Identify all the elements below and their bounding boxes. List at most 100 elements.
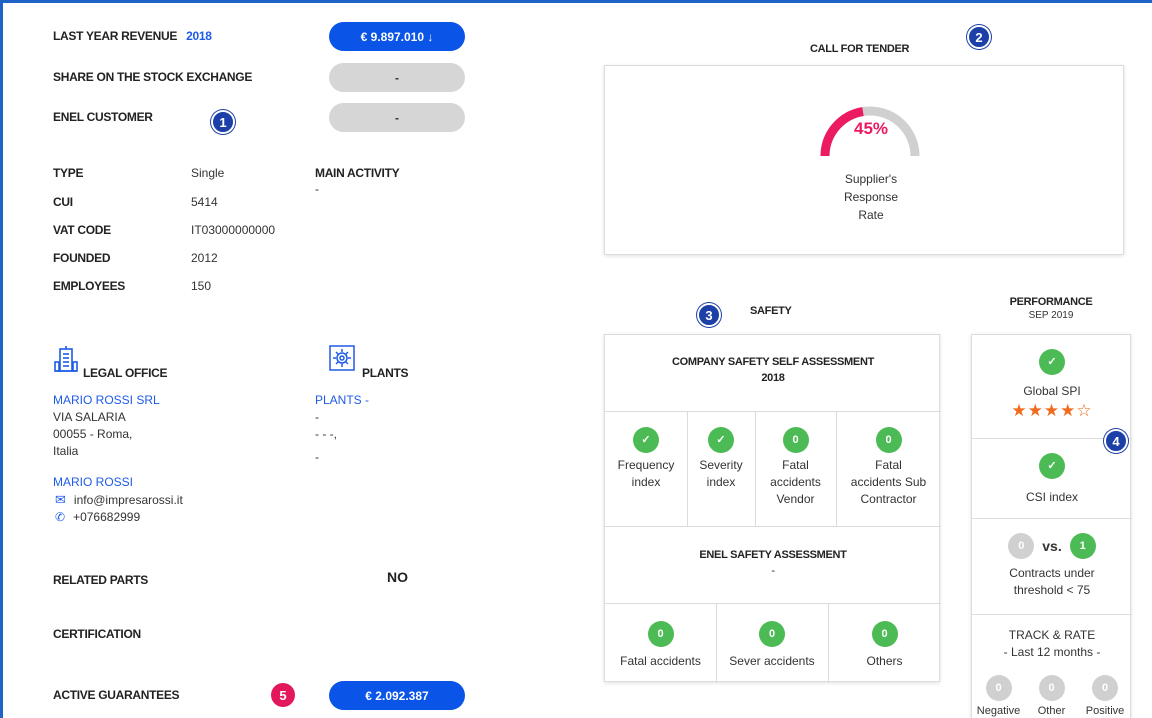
enel-others: 0 Others — [828, 621, 941, 670]
check-icon: ✓ — [1039, 453, 1065, 479]
self-assessment-year: 2018 — [761, 372, 785, 384]
fatal-accidents-subcontractor: 0 Fatal accidents Sub Contractor — [836, 427, 941, 508]
info-founded-label: FOUNDED — [53, 251, 111, 265]
severity-index: ✓ Severity index — [687, 427, 755, 491]
contracts-label-2: threshold < 75 — [1013, 583, 1091, 597]
spi-label: Global SPI — [1023, 384, 1081, 398]
enel-fatal-accidents: 0 Fatal accidents — [605, 621, 716, 670]
company-link[interactable]: MARIO ROSSI SRL — [53, 393, 160, 407]
badge-5: 5 — [271, 683, 295, 707]
other-label: Other — [1037, 705, 1066, 717]
info-cui-label: CUI — [53, 195, 73, 209]
track-and-rate: TRACK & RATE - Last 12 months - — [972, 627, 1132, 661]
tender-title: CALL FOR TENDER — [810, 43, 910, 55]
enel-assessment-title: ENEL SAFETY ASSESSMENT — [699, 549, 847, 561]
stock-value: - — [329, 63, 465, 92]
info-vat-value: IT03000000000 — [191, 223, 276, 237]
phone-icon: ✆ — [55, 510, 66, 524]
severity-label-1: Severity — [699, 458, 743, 472]
badge-3: 3 — [697, 303, 721, 327]
severity-label-2: index — [706, 475, 736, 489]
self-assessment-title: COMPANY SAFETY SELF ASSESSMENT — [671, 356, 875, 368]
related-parts-label: RELATED PARTS — [53, 573, 148, 587]
positive-label: Positive — [1085, 705, 1125, 717]
badge-2: 2 — [967, 25, 991, 49]
caption-line-1: Supplier's — [844, 172, 898, 186]
revenue-label: LAST YEAR REVENUE 2018 — [53, 29, 212, 43]
vs-row: 0 vs. 1 — [972, 533, 1132, 559]
enel-others-count: 0 — [871, 621, 898, 647]
check-icon: ✓ — [708, 427, 734, 453]
stock-label: SHARE ON THE STOCK EXCHANGE — [53, 70, 253, 84]
info-type-label: TYPE — [53, 166, 84, 180]
divider — [972, 614, 1132, 615]
revenue-year[interactable]: 2018 — [186, 29, 212, 43]
plants-line-2: - - -, — [315, 427, 337, 441]
legal-office-title: LEGAL OFFICE — [83, 366, 168, 380]
negative-count: 0 — [985, 675, 1012, 701]
enel-assessment-sub: - — [771, 565, 775, 577]
fatal-vendor-count: 0 — [782, 427, 809, 453]
frequency-label-1: Frequency — [617, 458, 675, 472]
info-employees-value: 150 — [191, 279, 212, 293]
main-activity-value: - — [315, 182, 319, 196]
response-rate-value: 45% — [853, 119, 889, 138]
tender-card: 45% Supplier's Response Rate — [604, 65, 1124, 255]
star-rating: ★★★★☆ — [1011, 401, 1093, 420]
plants-line-1: - — [315, 410, 319, 424]
building-icon — [53, 346, 79, 379]
country: Italia — [53, 444, 79, 458]
phone-row[interactable]: ✆ +076682999 — [55, 510, 140, 524]
divider — [972, 518, 1132, 519]
enel-sever-accidents: 0 Sever accidents — [716, 621, 828, 670]
csi-index: ✓ CSI index — [972, 453, 1132, 506]
guarantees-value-button[interactable]: € 2.092.387 — [329, 681, 465, 710]
frequency-index: ✓ Frequency index — [605, 427, 687, 491]
track-title: TRACK & RATE — [1008, 628, 1096, 642]
response-rate-caption: Supplier's Response Rate — [801, 170, 941, 224]
enel-sever-label: Sever accidents — [729, 654, 815, 668]
revenue-value-button[interactable]: € 9.897.010 ↓ — [329, 22, 465, 51]
plants-link[interactable]: PLANTS - — [315, 393, 369, 407]
info-type-value: Single — [191, 166, 225, 180]
email-text: info@impresarossi.it — [73, 493, 183, 507]
performance-date: SEP 2019 — [1028, 310, 1074, 321]
info-employees-label: EMPLOYEES — [53, 279, 125, 293]
certification-label: CERTIFICATION — [53, 627, 141, 641]
badge-1: 1 — [211, 110, 235, 134]
email-row[interactable]: ✉ info@impresarossi.it — [55, 492, 183, 508]
enel-fatal-count: 0 — [647, 621, 674, 647]
plants-title: PLANTS — [362, 366, 409, 380]
email-icon: ✉ — [55, 492, 66, 507]
contact-link[interactable]: MARIO ROSSI — [53, 475, 133, 489]
supplier-profile-panel: LAST YEAR REVENUE 2018 € 9.897.010 ↓ SHA… — [0, 0, 1152, 718]
street: VIA SALARIA — [53, 410, 126, 424]
divider — [605, 603, 941, 604]
other-count: 0 — [1038, 675, 1065, 701]
divider — [605, 526, 941, 527]
fatal-sub-count: 0 — [875, 427, 902, 453]
fatal-vendor-label-1: Fatal — [782, 458, 809, 472]
frequency-label-2: index — [631, 475, 661, 489]
info-cui-value: 5414 — [191, 195, 218, 209]
track-negative: 0 Negative — [972, 675, 1025, 718]
enel-fatal-label: Fatal accidents — [620, 654, 701, 668]
vs-right-count: 1 — [1069, 533, 1096, 559]
track-sub: - Last 12 months - — [1003, 645, 1101, 659]
caption-line-3: Rate — [858, 208, 884, 222]
enel-sever-count: 0 — [759, 621, 785, 647]
contracts-under-threshold: 0 vs. 1 Contracts under threshold < 75 — [972, 533, 1132, 599]
fatal-sub-label-1: Fatal — [875, 458, 902, 472]
fatal-sub-label-2: accidents Sub — [850, 475, 927, 489]
csi-label: CSI index — [1025, 490, 1079, 504]
caption-line-2: Response — [843, 190, 899, 204]
safety-card: COMPANY SAFETY SELF ASSESSMENT 2018 ✓ Fr… — [604, 334, 941, 683]
city: 00055 - Roma, — [53, 427, 133, 441]
enel-customer-label: ENEL CUSTOMER — [53, 110, 153, 124]
badge-4: 4 — [1104, 429, 1128, 453]
enel-customer-value: - — [329, 103, 465, 132]
enel-others-label: Others — [866, 654, 903, 668]
global-spi: ✓ Global SPI ★★★★☆ — [972, 349, 1132, 419]
track-other: 0 Other — [1025, 675, 1078, 718]
fatal-vendor-label-2: accidents — [770, 475, 821, 489]
